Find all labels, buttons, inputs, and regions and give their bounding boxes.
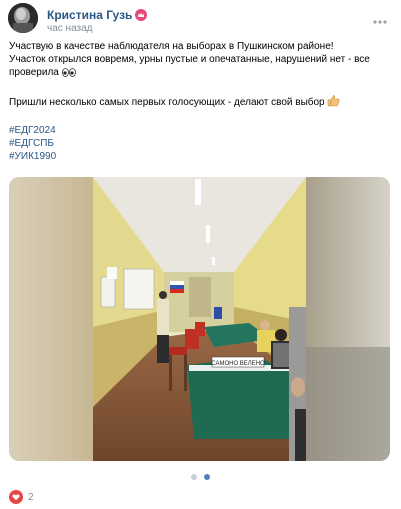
post-text: Участвую в качестве наблюдателя на выбор… (9, 40, 389, 163)
like-count: 2 (28, 491, 34, 503)
polling-station-photo: САМОНО ВЕЛЕНО (9, 177, 390, 461)
post-time[interactable]: час назад (47, 23, 93, 34)
crown-badge-icon (135, 9, 148, 21)
post-text-line: проверила (9, 66, 389, 81)
post-header: Кристина Гузь час назад (8, 3, 393, 37)
author-name[interactable]: Кристина Гузь (47, 8, 132, 22)
hashtag-link[interactable]: #УИК1990 (9, 150, 389, 163)
heart-icon (9, 490, 23, 504)
more-options-icon[interactable] (373, 12, 387, 24)
carousel-dot-active[interactable] (204, 474, 210, 480)
post-text-line: Участвую в качестве наблюдателя на выбор… (9, 41, 334, 52)
carousel-dot[interactable] (191, 474, 197, 480)
carousel-indicator (0, 474, 401, 480)
photo-gallery[interactable]: САМОНО ВЕЛЕНО (9, 177, 390, 461)
table-sign-text: САМОНО ВЕЛЕНО (211, 361, 265, 367)
hashtag-link[interactable]: #ЕДГ2024 (9, 124, 389, 137)
author-name-row[interactable]: Кристина Гузь (47, 8, 148, 22)
post-text-line: Участок открылся вовремя, урны пустые и … (9, 54, 370, 65)
post-text-line-content: проверила (9, 67, 59, 78)
thumbs-up-emoji-icon (327, 94, 340, 111)
author-avatar[interactable] (8, 3, 38, 33)
hashtag-link[interactable]: #ЕДГСПБ (9, 137, 389, 150)
photo-content: САМОНО ВЕЛЕНО (93, 177, 306, 461)
like-button[interactable]: 2 (9, 490, 34, 504)
eyes-emoji-icon (61, 68, 76, 81)
post-text-line-content: Пришли несколько самых первых голосующих… (9, 97, 325, 108)
post-text-line: Пришли несколько самых первых голосующих… (9, 94, 389, 111)
